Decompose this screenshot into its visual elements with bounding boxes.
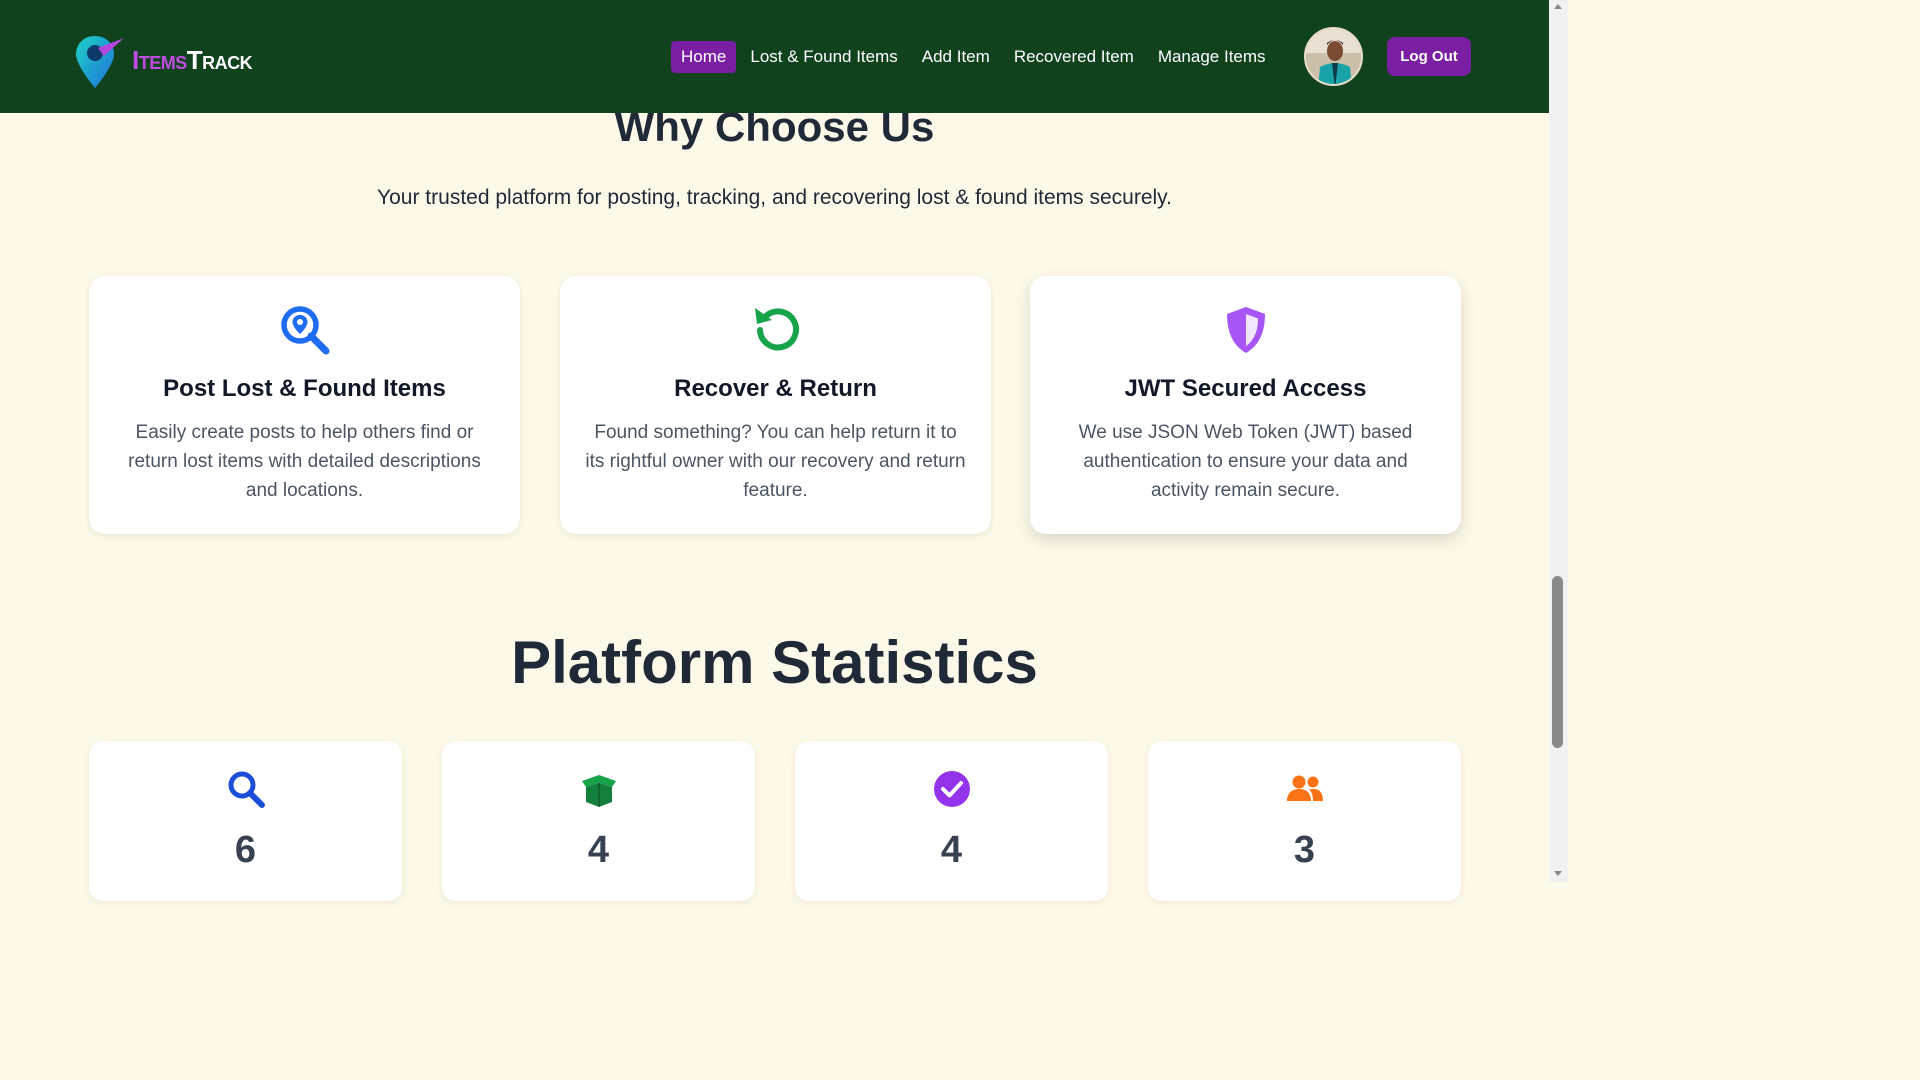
stat-value: 4 [587, 829, 610, 871]
stat-card-users: 3 [1148, 741, 1461, 901]
scrollbar-thumb[interactable] [1552, 576, 1563, 748]
users-icon [1286, 775, 1323, 801]
stat-card-recovered: 4 [795, 741, 1108, 901]
nav-recovered-item[interactable]: Recovered Item [1004, 41, 1144, 73]
brand-name: ItemsTrack [132, 44, 253, 76]
feature-description: We use JSON Web Token (JWT) based authen… [1078, 422, 1413, 501]
feature-description: Easily create posts to help others find … [128, 422, 481, 501]
feature-card-post: Post Lost & Found Items Easily create po… [89, 276, 520, 534]
nav-links: Home Lost & Found Items Add Item Recover… [671, 41, 1280, 73]
shield-icon [1226, 307, 1265, 353]
nav-manage-items[interactable]: Manage Items [1148, 41, 1276, 73]
stat-value: 3 [1293, 829, 1316, 871]
user-avatar[interactable] [1304, 27, 1363, 86]
search-location-icon [280, 306, 329, 355]
check-circle-icon [933, 771, 970, 807]
feature-title: Post Lost & Found Items [163, 375, 446, 402]
search-icon [228, 771, 265, 808]
nav-add-item[interactable]: Add Item [912, 41, 1000, 73]
page-scrollbar[interactable] [1549, 0, 1568, 882]
location-pin-logo-icon [76, 36, 124, 88]
brand-logo[interactable]: ItemsTrack [68, 30, 253, 90]
user-photo-icon [1306, 29, 1361, 84]
stat-card-found: 4 [442, 741, 755, 901]
navbar: ItemsTrack Home Lost & Found Items Add I… [0, 0, 1549, 113]
stat-value: 4 [940, 829, 963, 871]
scroll-down-arrow-icon[interactable] [1554, 871, 1562, 876]
brand-name-part1: Items [132, 44, 187, 75]
logout-button[interactable]: Log Out [1387, 37, 1471, 76]
feature-card-recover: Recover & Return Found something? You ca… [560, 276, 991, 534]
box-open-icon [581, 775, 616, 807]
feature-card-jwt: JWT Secured Access We use JSON Web Token… [1030, 276, 1461, 534]
stat-value: 6 [234, 829, 257, 871]
feature-title: Recover & Return [674, 375, 877, 402]
nav-lost-found-items[interactable]: Lost & Found Items [740, 41, 907, 73]
nav-home[interactable]: Home [671, 41, 737, 73]
feature-description: Found something? You can help return it … [585, 422, 966, 501]
why-choose-us-subtitle: Your trusted platform for posting, track… [377, 186, 1172, 209]
platform-statistics-heading: Platform Statistics [511, 629, 1038, 696]
undo-icon [754, 308, 799, 351]
brand-name-part2: Track [186, 44, 253, 75]
scroll-up-arrow-icon[interactable] [1554, 4, 1562, 9]
stat-card-lost: 6 [89, 741, 402, 901]
feature-title: JWT Secured Access [1124, 375, 1367, 402]
